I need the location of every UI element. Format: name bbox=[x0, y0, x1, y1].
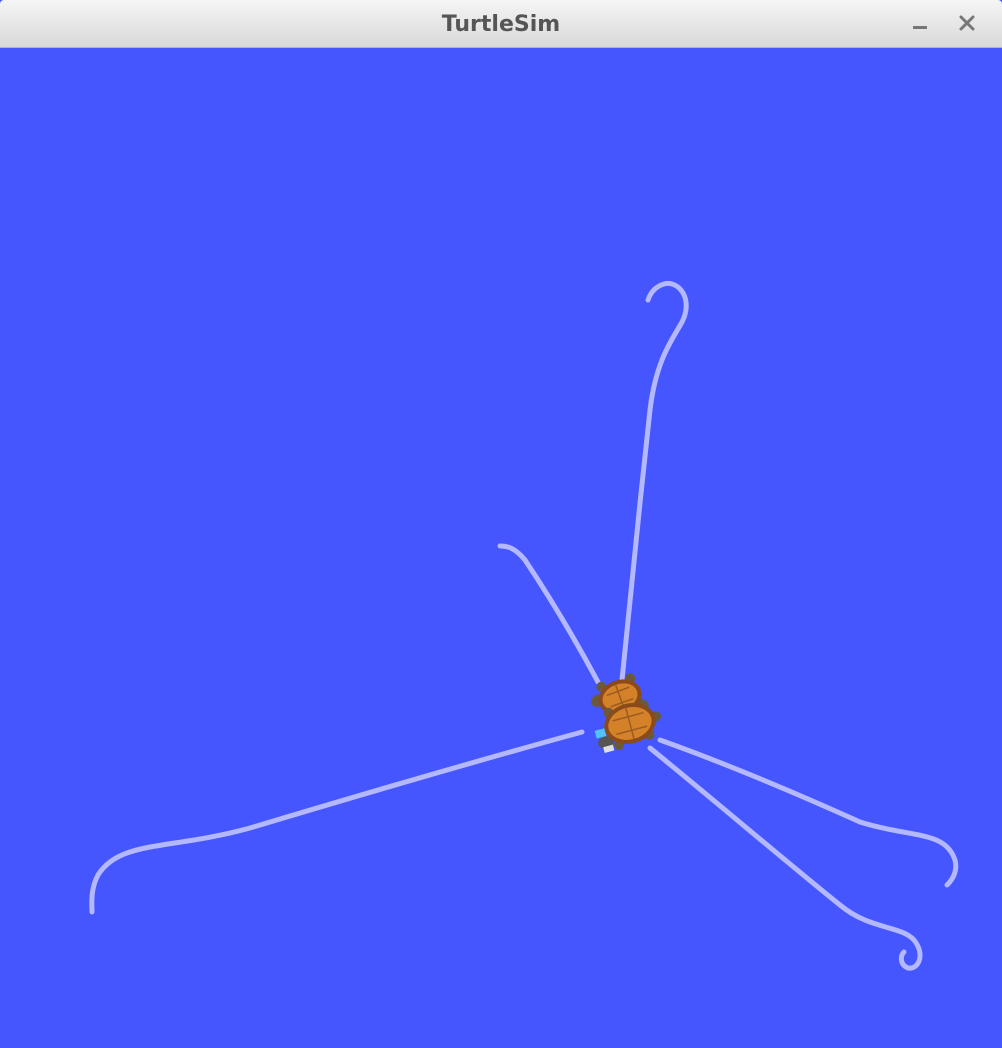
close-icon bbox=[959, 15, 975, 31]
pen-trail-north bbox=[619, 280, 689, 683]
pen-trail-southwest bbox=[89, 729, 585, 915]
minimize-icon bbox=[913, 26, 927, 29]
window-title: TurtleSim bbox=[441, 12, 561, 37]
title-bar[interactable]: TurtleSim bbox=[0, 0, 1002, 48]
pen-trail-east bbox=[657, 737, 959, 888]
pen-trails bbox=[89, 280, 959, 971]
turtlesim-canvas bbox=[0, 48, 1002, 1048]
close-button[interactable] bbox=[954, 10, 980, 36]
minimize-button[interactable] bbox=[907, 10, 933, 36]
pen-trail-northwest bbox=[497, 543, 601, 685]
pen-trail-southeast bbox=[647, 745, 923, 971]
turtlesim-window: TurtleSim bbox=[0, 0, 1002, 1048]
drawing-surface bbox=[89, 280, 959, 971]
